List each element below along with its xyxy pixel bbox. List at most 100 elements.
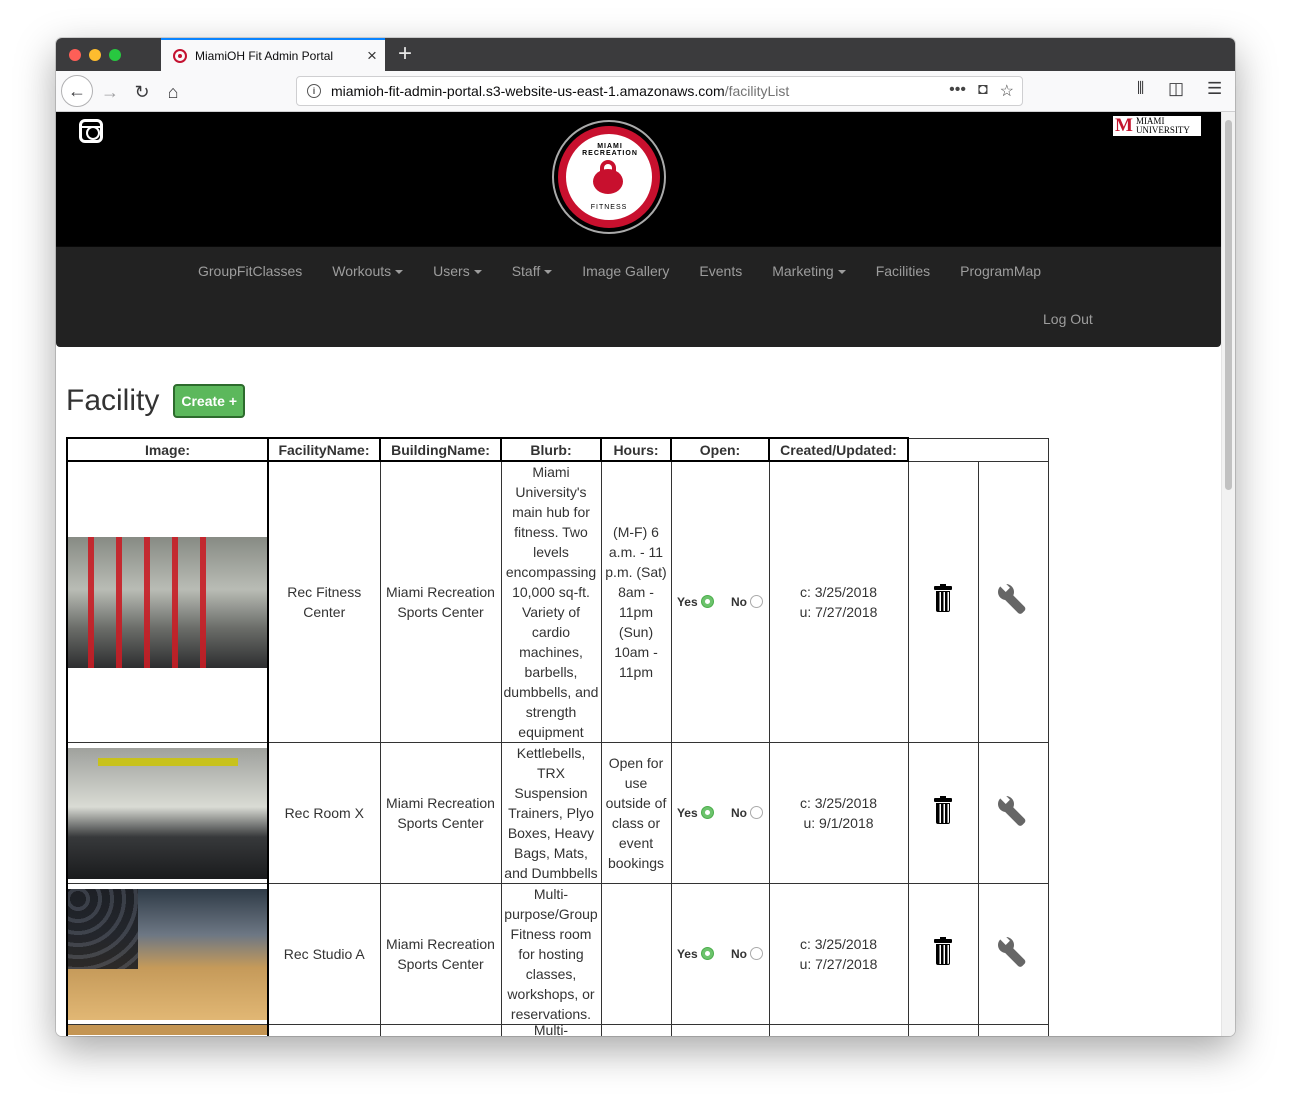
open-yes-radio[interactable] — [700, 595, 714, 609]
wrench-icon[interactable] — [997, 584, 1029, 616]
caret-down-icon — [395, 270, 404, 275]
facility-blurb: Kettlebells, TRX Suspension Trainers, Pl… — [500, 742, 602, 884]
facility-blurb: Multi-purpose/Group Fitness room for hos… — [500, 883, 602, 1025]
hamburger-menu-icon[interactable]: ☰ — [1207, 79, 1222, 99]
building-name: Miami Recreation Sports Center — [379, 742, 502, 884]
nav-users[interactable]: Users — [418, 261, 497, 281]
minimize-window-button[interactable] — [89, 49, 101, 61]
url-path: /facilityList — [724, 83, 790, 99]
home-icon[interactable]: ⌂ — [159, 78, 187, 106]
created-updated: c: 3/25/2018 u: 7/27/2018 — [768, 460, 909, 743]
facility-image-cell — [66, 742, 269, 884]
nav-facilities[interactable]: Facilities — [861, 261, 945, 281]
yes-label: Yes — [676, 947, 698, 961]
new-tab-icon[interactable]: + — [393, 40, 417, 68]
back-arrow-icon[interactable]: ← — [61, 75, 93, 107]
facility-photo — [68, 747, 267, 879]
yes-label: Yes — [676, 595, 698, 609]
instagram-icon[interactable] — [79, 119, 103, 143]
nav-programmap[interactable]: ProgramMap — [945, 261, 1056, 281]
created-updated: c: 3/25/2018 u: 9/1/2018 — [768, 742, 909, 884]
table-row: Rec Studio A Miami Recreation Sports Cen… — [66, 883, 1049, 1025]
column-header: Image: — [66, 437, 269, 462]
wrench-icon[interactable] — [997, 936, 1029, 968]
facility-name: Rec Room X — [267, 742, 381, 884]
close-tab-icon[interactable]: × — [359, 46, 385, 66]
facility-hours — [600, 883, 672, 1025]
navigation-toolbar: ← → ↻ ⌂ i miamioh-fit-admin-portal.s3-we… — [56, 71, 1235, 112]
site-header: MIAMI RECREATION FITNESS M MIAMI UNIVERS… — [56, 112, 1221, 246]
open-radio-group: Yes No — [670, 883, 770, 1025]
facility-photo — [68, 888, 267, 1020]
facility-image-cell — [66, 1024, 269, 1036]
delete-cell — [907, 742, 979, 884]
column-header: Open: — [670, 437, 770, 462]
edit-cell — [977, 460, 1049, 743]
open-yes-radio[interactable] — [700, 806, 714, 820]
nav-image-gallery[interactable]: Image Gallery — [567, 261, 684, 281]
pocket-icon[interactable]: ◘ — [978, 81, 988, 101]
logout-link[interactable]: Log Out — [1043, 311, 1093, 327]
facility-content: Facility Create + Image: FacilityName: B… — [66, 384, 1049, 1036]
open-no-radio[interactable] — [750, 595, 764, 609]
table-row: Rec Room X Miami Recreation Sports Cente… — [66, 742, 1049, 884]
building-name: Miami Recreation Sports Center — [379, 460, 502, 743]
page-actions-icon[interactable]: ••• — [949, 81, 966, 101]
open-yes-radio[interactable] — [700, 947, 714, 961]
created-date: c: 3/25/2018 — [799, 795, 878, 811]
trash-icon[interactable] — [934, 795, 952, 824]
scrollbar-thumb[interactable] — [1225, 120, 1232, 490]
logo-top-text: MIAMI RECREATION — [582, 143, 638, 157]
column-header: Created/Updated: — [768, 437, 909, 462]
facility-name: Rec Fitness Center — [267, 460, 381, 743]
open-no-radio[interactable] — [750, 806, 764, 820]
vertical-scrollbar[interactable] — [1221, 112, 1235, 1036]
caret-down-icon — [473, 270, 482, 275]
table-row: Multi- — [66, 1023, 1049, 1036]
open-no-radio[interactable] — [750, 947, 764, 961]
nav-marketing[interactable]: Marketing — [757, 261, 860, 281]
wrench-icon[interactable] — [997, 795, 1029, 827]
open-radio-group: Yes No — [670, 742, 770, 884]
sidebar-icon[interactable]: ◫ — [1168, 79, 1184, 99]
reload-icon[interactable]: ↻ — [128, 78, 156, 106]
zoom-window-button[interactable] — [109, 49, 121, 61]
updated-date: u: 9/1/2018 — [803, 815, 874, 831]
nav-events[interactable]: Events — [684, 261, 757, 281]
trash-icon[interactable] — [934, 936, 952, 965]
url-host: miamioh-fit-admin-portal.s3-website-us-e… — [331, 83, 725, 99]
nav-staff[interactable]: Staff — [497, 261, 568, 281]
bookmark-star-icon[interactable]: ☆ — [1000, 81, 1014, 101]
trash-icon[interactable] — [934, 584, 952, 613]
facility-hours: (M-F) 6 a.m. - 11 p.m. (Sat) 8am - 11pm … — [600, 460, 672, 743]
facility-image-cell — [66, 883, 269, 1025]
page-viewport: MIAMI RECREATION FITNESS M MIAMI UNIVERS… — [56, 112, 1221, 1036]
create-button[interactable]: Create + — [173, 384, 245, 418]
browser-tab[interactable]: MiamiOH Fit Admin Portal × — [161, 38, 385, 71]
caret-down-icon — [544, 270, 553, 275]
address-bar[interactable]: i miamioh-fit-admin-portal.s3-website-us… — [296, 76, 1023, 106]
edit-cell — [977, 883, 1049, 1025]
miami-recreation-fitness-logo: MIAMI RECREATION FITNESS — [552, 120, 666, 234]
table-row: Rec Fitness Center Miami Recreation Spor… — [66, 460, 1049, 743]
facility-photo — [68, 536, 267, 668]
main-nav: GroupFitClasses Workouts Users Staff Ima… — [56, 246, 1221, 347]
nav-workouts[interactable]: Workouts — [317, 261, 418, 281]
no-label: No — [731, 595, 748, 609]
badge-line2: UNIVERSITY — [1135, 125, 1190, 135]
actions-header — [907, 437, 1049, 461]
no-label: No — [731, 947, 748, 961]
facility-table: Image: FacilityName: BuildingName: Blurb… — [66, 437, 1049, 1036]
nav-groupfitclasses[interactable]: GroupFitClasses — [183, 261, 317, 281]
close-window-button[interactable] — [69, 49, 81, 61]
edit-cell — [977, 742, 1049, 884]
created-date: c: 3/25/2018 — [799, 936, 878, 952]
forward-arrow-icon[interactable]: → — [96, 78, 124, 106]
site-info-icon[interactable]: i — [307, 84, 321, 98]
facility-photo — [68, 1025, 267, 1035]
page-title: Facility — [66, 384, 160, 417]
facility-blurb: Multi- — [500, 1023, 602, 1036]
library-icon[interactable]: ⫴ — [1137, 79, 1144, 99]
column-header: Blurb: — [500, 437, 602, 462]
facility-blurb: Miami University's main hub for fitness.… — [500, 460, 602, 743]
